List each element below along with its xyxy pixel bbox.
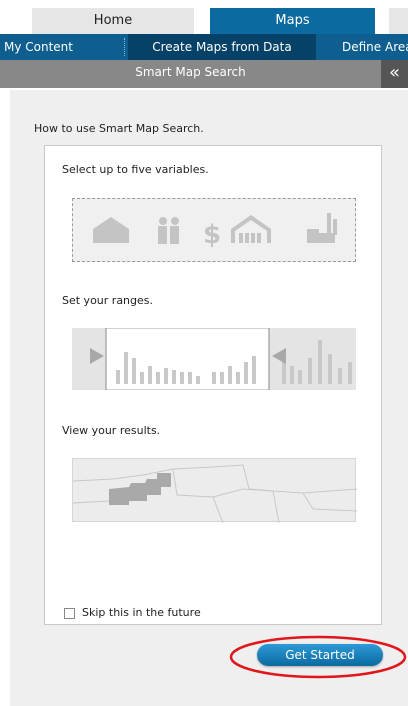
panel-title: Smart Map Search	[135, 65, 246, 79]
people-icon	[158, 217, 179, 244]
house-icon	[93, 217, 129, 243]
step-3-label: View your results.	[62, 424, 161, 437]
subnav-divider	[124, 38, 126, 56]
panel-header: Smart Map Search «	[0, 60, 408, 88]
ranges-illustration	[72, 327, 356, 391]
double-chevron-left-icon: «	[388, 62, 400, 83]
skip-label[interactable]: Skip this in the future	[82, 606, 201, 619]
variables-illustration: $	[72, 198, 356, 262]
tab-home[interactable]: Home	[32, 8, 194, 34]
skip-checkbox[interactable]	[64, 608, 75, 619]
svg-text:$: $	[203, 220, 221, 250]
dollar-icon: $	[203, 220, 221, 250]
highlight-ring-annotation	[229, 635, 407, 679]
step-1-label: Select up to five variables.	[62, 163, 209, 176]
tab-maps[interactable]: Maps	[210, 8, 375, 34]
subnav-create-maps[interactable]: Create Maps from Data	[128, 34, 316, 60]
maps-subnav: My Content Create Maps from Data Define …	[0, 34, 408, 60]
tab-overflow	[389, 8, 408, 34]
factory-icon	[307, 213, 337, 243]
family-house-icon	[231, 215, 271, 243]
subnav-my-content[interactable]: My Content	[4, 34, 124, 60]
step-2-label: Set your ranges.	[62, 294, 154, 307]
results-map-illustration	[72, 458, 358, 524]
collapse-panel-button[interactable]: «	[381, 60, 408, 88]
howto-text: How to use Smart Map Search.	[34, 122, 204, 135]
subnav-define-area[interactable]: Define Area	[342, 34, 408, 60]
